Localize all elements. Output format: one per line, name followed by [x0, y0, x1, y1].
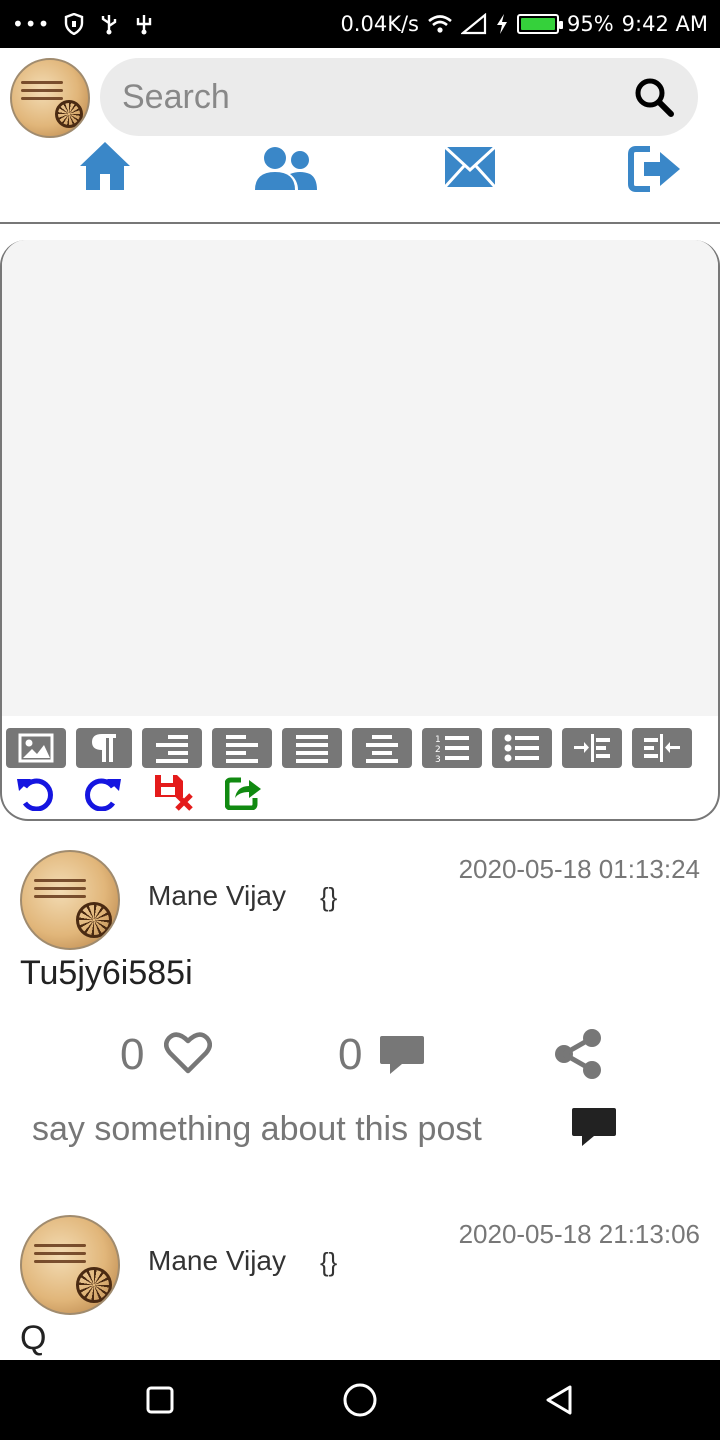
- system-nav-bar: [0, 1360, 720, 1440]
- wifi-icon: [428, 15, 452, 33]
- svg-text:3: 3: [435, 755, 441, 764]
- align-right-icon: [156, 735, 188, 763]
- post-author-name[interactable]: Mane Vijay: [148, 1245, 286, 1277]
- format-toolbar: 123: [6, 728, 692, 768]
- align-center-button[interactable]: [352, 728, 412, 768]
- redo-icon: [85, 778, 121, 811]
- indent-icon: [574, 734, 610, 762]
- post-meta: {}: [320, 882, 338, 912]
- unordered-list-icon: [504, 734, 539, 762]
- heart-icon[interactable]: [164, 1030, 212, 1074]
- share-export-icon: [225, 777, 261, 810]
- usb-icon: [102, 15, 117, 35]
- svg-text:2: 2: [435, 745, 441, 755]
- svg-text:1: 1: [435, 735, 441, 745]
- signal-icon: [460, 13, 487, 35]
- net-speed: 0.04K/s: [340, 12, 419, 36]
- users-icon[interactable]: [254, 146, 318, 192]
- back-icon[interactable]: [544, 1384, 574, 1416]
- undo-icon: [17, 778, 53, 811]
- align-left-button[interactable]: [212, 728, 272, 768]
- charging-icon: [496, 14, 507, 34]
- discard-icon: [155, 775, 193, 811]
- recents-icon[interactable]: [146, 1386, 174, 1414]
- battery-percent: 95%: [566, 12, 614, 36]
- mail-icon[interactable]: [444, 146, 496, 188]
- shield-icon: [65, 13, 84, 35]
- undo-button[interactable]: [4, 772, 64, 812]
- export-button[interactable]: [214, 772, 274, 812]
- logout-icon[interactable]: [628, 146, 684, 192]
- align-justify-icon: [296, 735, 328, 763]
- action-toolbar: [4, 772, 274, 812]
- header: [0, 48, 720, 224]
- search-icon[interactable]: [632, 75, 676, 119]
- status-bar: ••• 0.04K/s 95% 9:42 AM: [0, 0, 720, 48]
- post-editor: 123: [0, 240, 720, 821]
- align-left-icon: [226, 735, 258, 763]
- post-meta: {}: [320, 1247, 338, 1277]
- usb-debug-icon: [137, 15, 152, 35]
- profile-avatar[interactable]: [10, 58, 90, 138]
- post-body: Tu5jy6i585i: [20, 954, 193, 992]
- post-body: Q: [20, 1319, 47, 1357]
- unordered-list-button[interactable]: [492, 728, 552, 768]
- nav-row: [0, 140, 720, 200]
- outdent-icon: [644, 734, 680, 762]
- post-date: 2020-05-18 21:13:06: [458, 1219, 700, 1249]
- search-input[interactable]: [122, 77, 632, 117]
- like-count: 0: [120, 1030, 145, 1079]
- home-icon[interactable]: [78, 140, 132, 192]
- insert-image-button[interactable]: [6, 728, 66, 768]
- share-icon[interactable]: [554, 1028, 602, 1080]
- redo-button[interactable]: [74, 772, 134, 812]
- comment-icon[interactable]: [378, 1034, 426, 1076]
- align-center-icon: [366, 735, 398, 763]
- post-author-avatar[interactable]: [20, 850, 120, 950]
- ordered-list-button[interactable]: 123: [422, 728, 482, 768]
- paragraph-button[interactable]: [76, 728, 132, 768]
- indent-button[interactable]: [562, 728, 622, 768]
- home-nav-icon[interactable]: [342, 1382, 378, 1418]
- align-right-button[interactable]: [142, 728, 202, 768]
- comment-count: 0: [338, 1030, 363, 1079]
- post-author-name[interactable]: Mane Vijay: [148, 880, 286, 912]
- battery-icon: [516, 14, 563, 34]
- send-comment-icon[interactable]: [570, 1106, 618, 1148]
- clock: 9:42 AM: [621, 12, 708, 36]
- ordered-list-icon: 123: [435, 735, 469, 764]
- comment-input[interactable]: [32, 1110, 552, 1149]
- discard-button[interactable]: [144, 772, 204, 812]
- outdent-button[interactable]: [632, 728, 692, 768]
- more-notifications-icon: •••: [12, 12, 51, 36]
- align-justify-button[interactable]: [282, 728, 342, 768]
- post-date: 2020-05-18 01:13:24: [458, 854, 700, 884]
- image-icon: [18, 733, 54, 763]
- editor-text-area[interactable]: [2, 240, 718, 716]
- search-bar: [100, 58, 698, 136]
- post-author-avatar[interactable]: [20, 1215, 120, 1315]
- paragraph-icon: [92, 734, 116, 762]
